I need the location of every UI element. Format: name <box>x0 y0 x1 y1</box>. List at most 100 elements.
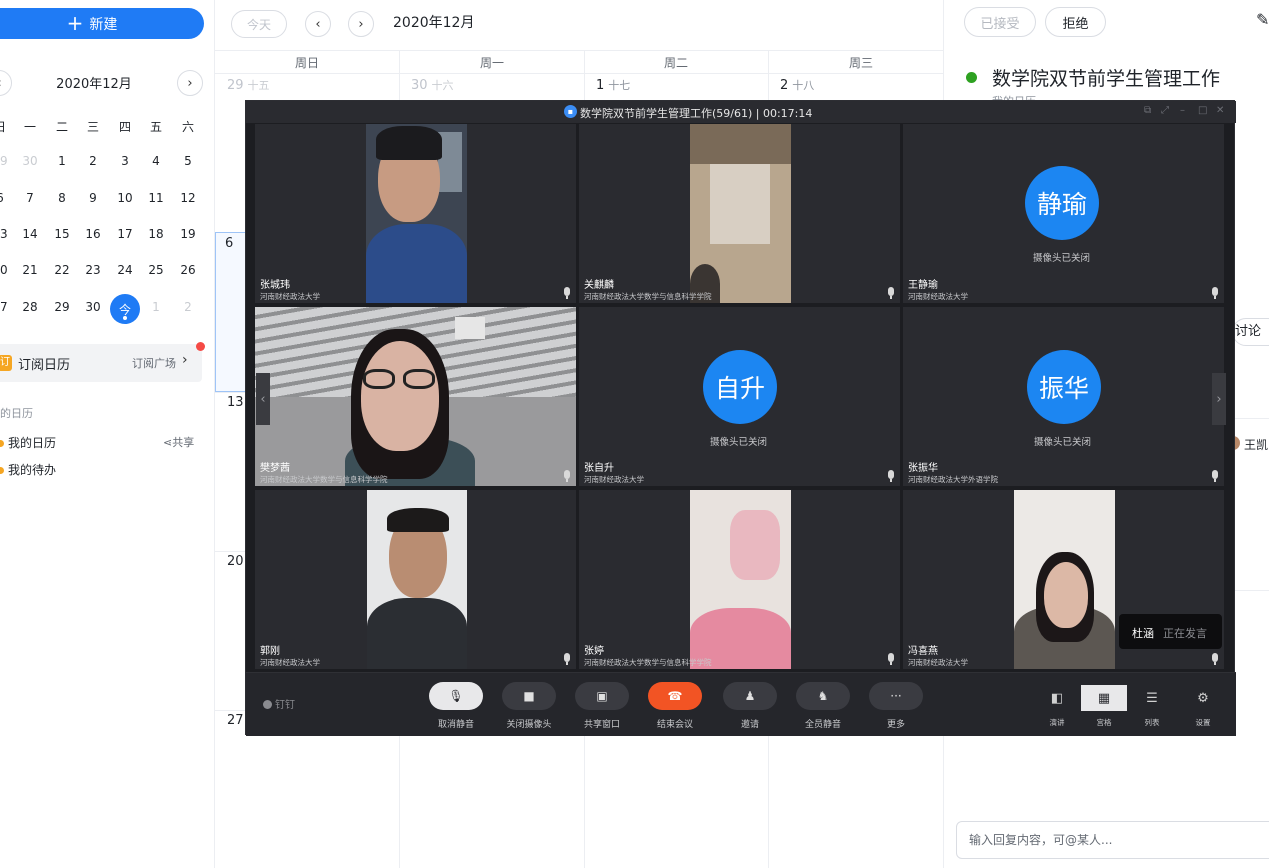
mini-day[interactable]: 17 <box>113 224 137 244</box>
mini-day[interactable]: 1 <box>144 297 168 317</box>
minimize-icon[interactable]: – <box>1180 105 1185 116</box>
calendar-item-label: 我的日历 <box>8 436 57 450</box>
attendee-name[interactable]: 王凯 <box>1244 436 1268 453</box>
calendar-item-my-todo[interactable]: 我的待办 <box>0 461 56 478</box>
discussion-button[interactable]: 讨论 <box>1232 318 1269 346</box>
microphone-icon <box>888 287 894 299</box>
calendar-item-my-calendar[interactable]: 我的日历 <box>0 434 56 451</box>
mini-calendar-next-button[interactable]: › <box>177 70 203 96</box>
today-button[interactable]: 今天 <box>231 10 287 38</box>
gear-icon: ⚙ <box>1197 690 1209 706</box>
fullscreen-icon[interactable]: ⤢ <box>1161 105 1169 116</box>
mini-day[interactable]: 13 <box>0 224 12 244</box>
mini-day[interactable]: 30 <box>18 151 42 171</box>
edit-icon[interactable]: ✎ <box>1256 10 1269 29</box>
unmute-button[interactable]: 🎙 <box>429 682 483 710</box>
participant-tile[interactable]: 自升 摄像头已关闭 张自升 河南财经政法大学 <box>579 307 900 486</box>
close-icon[interactable]: ✕ <box>1216 105 1224 116</box>
prev-month-button[interactable]: ‹ <box>305 11 331 37</box>
date-cell-label[interactable]: 2 十八 <box>780 77 814 93</box>
mini-day[interactable]: 28 <box>18 297 42 317</box>
grid-view-button[interactable]: ▦ <box>1081 685 1127 711</box>
participant-name: 张婷 <box>584 646 604 657</box>
mini-day[interactable]: 2 <box>81 151 105 171</box>
mini-day[interactable]: 30 <box>81 297 105 317</box>
settings-button[interactable]: ⚙ <box>1180 685 1226 711</box>
mini-day[interactable]: 5 <box>176 151 200 171</box>
mini-day[interactable]: 15 <box>50 224 74 244</box>
mini-calendar-weekdays: 日 一 二 三 四 五 六 <box>0 117 215 137</box>
share-icon: ⋖ <box>163 436 173 449</box>
participant-tile[interactable]: 关麒麟 河南财经政法大学数学与信息科学学院 <box>579 124 900 303</box>
mini-day[interactable]: 23 <box>81 260 105 280</box>
next-month-button[interactable]: › <box>348 11 374 37</box>
new-event-label: 新建 <box>89 16 118 33</box>
mini-day[interactable]: 9 <box>81 188 105 208</box>
accepted-button[interactable]: 已接受 <box>964 7 1036 37</box>
mini-day[interactable]: 25 <box>144 260 168 280</box>
participant-tile[interactable]: 樊梦茜 河南财经政法大学数学与信息科学学院 <box>255 307 576 486</box>
date-cell-label[interactable]: 27 <box>227 713 244 728</box>
mini-day[interactable]: 27 <box>0 297 12 317</box>
mini-day[interactable]: 12 <box>176 188 200 208</box>
date-cell-label[interactable]: 13 <box>227 395 244 410</box>
unmute-label: 取消静音 <box>437 720 474 730</box>
more-button[interactable]: ··· <box>869 682 923 710</box>
mini-day[interactable]: 19 <box>176 224 200 244</box>
subscribe-calendar-row[interactable]: 订 订阅日历 订阅广场 › <box>0 344 202 382</box>
mini-day[interactable]: 20 <box>0 260 12 280</box>
participant-tile[interactable]: 张婷 河南财经政法大学数学与信息科学学院 <box>579 490 900 669</box>
date-cell-label[interactable]: 6 <box>225 236 233 251</box>
mini-day[interactable]: 26 <box>176 260 200 280</box>
maximize-icon[interactable]: □ <box>1198 105 1207 116</box>
participant-tile[interactable]: 振华 摄像头已关闭 张振华 河南财经政法大学外语学院 <box>903 307 1224 486</box>
date-cell-label[interactable]: 20 <box>227 554 244 569</box>
mini-day[interactable]: 8 <box>50 188 74 208</box>
speaker-view-button[interactable]: ◧ <box>1034 685 1080 711</box>
date-cell-label[interactable]: 30 十六 <box>411 77 454 93</box>
mute-all-button[interactable]: ♞ <box>796 682 850 710</box>
camera-off-button[interactable]: ■ <box>502 682 556 710</box>
mini-day[interactable]: 1 <box>50 151 74 171</box>
subscribe-square-link[interactable]: 订阅广场 <box>132 355 176 371</box>
share-calendar-link[interactable]: ⋖共享 <box>163 434 194 450</box>
weekday-label: 五 <box>149 120 162 134</box>
reply-input[interactable] <box>956 821 1269 859</box>
new-event-button[interactable]: + 新建 <box>0 8 204 39</box>
participant-tile[interactable]: 郭刚 河南财经政法大学 <box>255 490 576 669</box>
microphone-icon <box>564 287 570 299</box>
list-view-button[interactable]: ☰ <box>1129 685 1175 711</box>
participant-tile[interactable]: 静瑜 摄像头已关闭 王静瑜 河南财经政法大学 <box>903 124 1224 303</box>
popout-icon[interactable]: ⧉ <box>1144 105 1151 116</box>
mini-day[interactable]: 22 <box>50 260 74 280</box>
decline-button[interactable]: 拒绝 <box>1045 7 1106 37</box>
active-speaker-toast: 杜涵 正在发言 <box>1119 614 1222 649</box>
mini-day[interactable]: 24 <box>113 260 137 280</box>
settings-label: 设置 <box>1195 718 1211 727</box>
date-cell-label[interactable]: 1 十七 <box>596 77 630 93</box>
mini-calendar-prev-button[interactable]: ‹ <box>0 70 12 96</box>
mini-day[interactable]: 29 <box>50 297 74 317</box>
mini-day[interactable]: 16 <box>81 224 105 244</box>
mini-day[interactable]: 3 <box>113 151 137 171</box>
microphone-icon <box>564 653 570 665</box>
page-prev-button[interactable]: ‹ <box>256 373 270 425</box>
mini-day[interactable]: 18 <box>144 224 168 244</box>
mini-day[interactable]: 10 <box>113 188 137 208</box>
mini-day-today[interactable]: 今 <box>110 294 140 324</box>
mini-day[interactable]: 2 <box>176 297 200 317</box>
end-meeting-button[interactable]: ☎ <box>648 682 702 710</box>
mini-day[interactable]: 21 <box>18 260 42 280</box>
participant-tile[interactable]: 张城玮 河南财经政法大学 <box>255 124 576 303</box>
mini-day[interactable]: 4 <box>144 151 168 171</box>
mini-day[interactable]: 14 <box>18 224 42 244</box>
mini-day[interactable]: 29 <box>0 151 12 171</box>
mini-day[interactable]: 7 <box>18 188 42 208</box>
mini-day[interactable]: 11 <box>144 188 168 208</box>
date-cell-label[interactable]: 29 十五 <box>227 77 270 93</box>
invite-button[interactable]: ♟ <box>723 682 777 710</box>
page-next-button[interactable]: › <box>1212 373 1226 425</box>
meeting-title-bar[interactable]: ▪ 数学院双节前学生管理工作(59/61) | 00:17:14 ⧉ ⤢ – □… <box>246 101 1236 123</box>
share-window-button[interactable]: ▣ <box>575 682 629 710</box>
mini-day[interactable]: 6 <box>0 188 12 208</box>
